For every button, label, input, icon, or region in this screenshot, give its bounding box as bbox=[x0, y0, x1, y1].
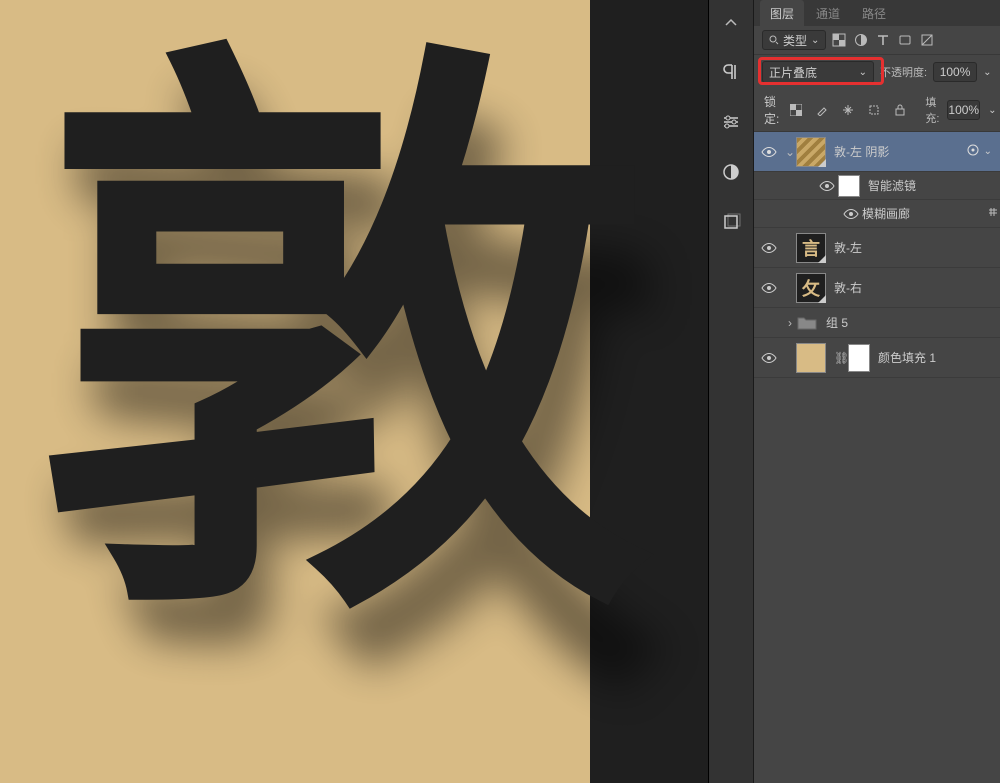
filter-blend-options-icon[interactable] bbox=[986, 205, 1000, 222]
mask-thumbnail[interactable] bbox=[848, 344, 870, 372]
filter-smart-icon[interactable] bbox=[918, 31, 936, 49]
visibility-toggle[interactable] bbox=[754, 282, 784, 294]
tab-paths[interactable]: 路径 bbox=[852, 0, 896, 26]
fill-value[interactable]: 100% bbox=[947, 100, 980, 120]
layer-row[interactable]: ⛓ 颜色填充 1 bbox=[754, 338, 1000, 378]
layer-name[interactable]: 敦-左 阴影 bbox=[834, 143, 966, 160]
link-mask-icon[interactable]: ⛓ bbox=[834, 351, 848, 365]
group-icon bbox=[796, 312, 818, 334]
layer-row[interactable]: 言 敦-左 bbox=[754, 228, 1000, 268]
chevron-down-icon[interactable]: ⌄ bbox=[988, 105, 996, 116]
fill-thumbnail[interactable] bbox=[796, 343, 826, 373]
layer-thumbnail[interactable]: 攵 bbox=[796, 273, 826, 303]
filter-effects-icon[interactable] bbox=[966, 143, 980, 160]
filter-kind-select[interactable]: 类型 ⌄ bbox=[762, 30, 826, 50]
layer-name[interactable]: 敦-右 bbox=[834, 279, 992, 296]
layer-list: ⌄ 敦-左 阴影 ⌄ 智能滤镜 模糊画廊 言 敦-左 bbox=[754, 132, 1000, 783]
blend-mode-select[interactable]: 正片叠底 ⌄ bbox=[762, 61, 874, 83]
smart-object-badge-icon bbox=[818, 159, 826, 167]
collapsed-panel-strip bbox=[708, 0, 754, 783]
smart-filters-row[interactable]: 智能滤镜 bbox=[754, 172, 1000, 200]
filter-pixel-icon[interactable] bbox=[830, 31, 848, 49]
layers-panel: 图层 通道 路径 类型 ⌄ 正片叠底 ⌄ 不透明度: 100% ⌄ 锁定: bbox=[754, 0, 1000, 783]
chevron-down-icon: ⌄ bbox=[859, 67, 867, 78]
filter-shape-icon[interactable] bbox=[896, 31, 914, 49]
smart-filter-item[interactable]: 模糊画廊 bbox=[754, 200, 1000, 228]
lock-row: 锁定: 填充: 100% ⌄ bbox=[754, 89, 1000, 132]
expand-handle-icon[interactable] bbox=[717, 8, 745, 36]
lock-all-icon[interactable] bbox=[891, 101, 909, 119]
lock-paint-icon[interactable] bbox=[813, 101, 831, 119]
visibility-toggle[interactable] bbox=[754, 242, 784, 254]
adjustments-panel-icon[interactable] bbox=[717, 108, 745, 136]
panel-tabs: 图层 通道 路径 bbox=[754, 0, 1000, 26]
blend-mode-row: 正片叠底 ⌄ 不透明度: 100% ⌄ bbox=[754, 55, 1000, 89]
fill-label: 填充: bbox=[925, 94, 939, 126]
lock-label: 锁定: bbox=[764, 93, 779, 127]
glyph-main: 敦 bbox=[36, 50, 635, 640]
contrast-panel-icon[interactable] bbox=[717, 158, 745, 186]
layer-row[interactable]: 攵 敦-右 bbox=[754, 268, 1000, 308]
filter-type-icon[interactable] bbox=[874, 31, 892, 49]
blend-mode-value: 正片叠底 bbox=[769, 64, 817, 81]
libraries-panel-icon[interactable] bbox=[717, 208, 745, 236]
lock-icons bbox=[787, 101, 909, 119]
lock-artboard-icon[interactable] bbox=[865, 101, 883, 119]
layer-name[interactable]: 敦-左 bbox=[834, 239, 992, 256]
layer-thumbnail[interactable] bbox=[796, 137, 826, 167]
tab-channels[interactable]: 通道 bbox=[806, 0, 850, 26]
smart-object-badge-icon bbox=[818, 255, 826, 263]
opacity-label: 不透明度: bbox=[880, 64, 927, 80]
disclosure-toggle[interactable]: ⌄ bbox=[784, 145, 796, 159]
tab-layers[interactable]: 图层 bbox=[760, 0, 804, 26]
layer-thumbnail[interactable]: 言 bbox=[796, 233, 826, 263]
paragraph-panel-icon[interactable] bbox=[717, 58, 745, 86]
smart-object-badge-icon bbox=[818, 295, 826, 303]
visibility-toggle[interactable] bbox=[840, 208, 862, 220]
chevron-down-icon: ⌄ bbox=[811, 35, 819, 46]
chevron-down-icon[interactable]: ⌄ bbox=[983, 67, 991, 78]
disclosure-toggle[interactable]: › bbox=[784, 316, 796, 330]
filter-adjust-icon[interactable] bbox=[852, 31, 870, 49]
layer-name[interactable]: 组 5 bbox=[826, 314, 992, 331]
visibility-toggle[interactable] bbox=[754, 352, 784, 364]
document-viewport[interactable]: 敦 敦 bbox=[0, 0, 708, 783]
layer-filter-row: 类型 ⌄ bbox=[754, 26, 1000, 55]
visibility-toggle[interactable] bbox=[816, 180, 838, 192]
layer-row[interactable]: ⌄ 敦-左 阴影 ⌄ bbox=[754, 132, 1000, 172]
opacity-value[interactable]: 100% bbox=[933, 62, 977, 82]
layer-name[interactable]: 颜色填充 1 bbox=[878, 349, 992, 366]
chevron-down-icon[interactable]: ⌄ bbox=[984, 146, 992, 157]
filter-kind-label: 类型 bbox=[783, 32, 807, 49]
layer-group-row[interactable]: › 组 5 bbox=[754, 308, 1000, 338]
smart-filters-label: 智能滤镜 bbox=[868, 177, 1000, 194]
artboard: 敦 敦 bbox=[0, 0, 590, 783]
filter-mask-thumbnail[interactable] bbox=[838, 175, 860, 197]
lock-transparency-icon[interactable] bbox=[787, 101, 805, 119]
lock-position-icon[interactable] bbox=[839, 101, 857, 119]
filter-name[interactable]: 模糊画廊 bbox=[862, 205, 986, 222]
visibility-toggle[interactable] bbox=[754, 146, 784, 158]
